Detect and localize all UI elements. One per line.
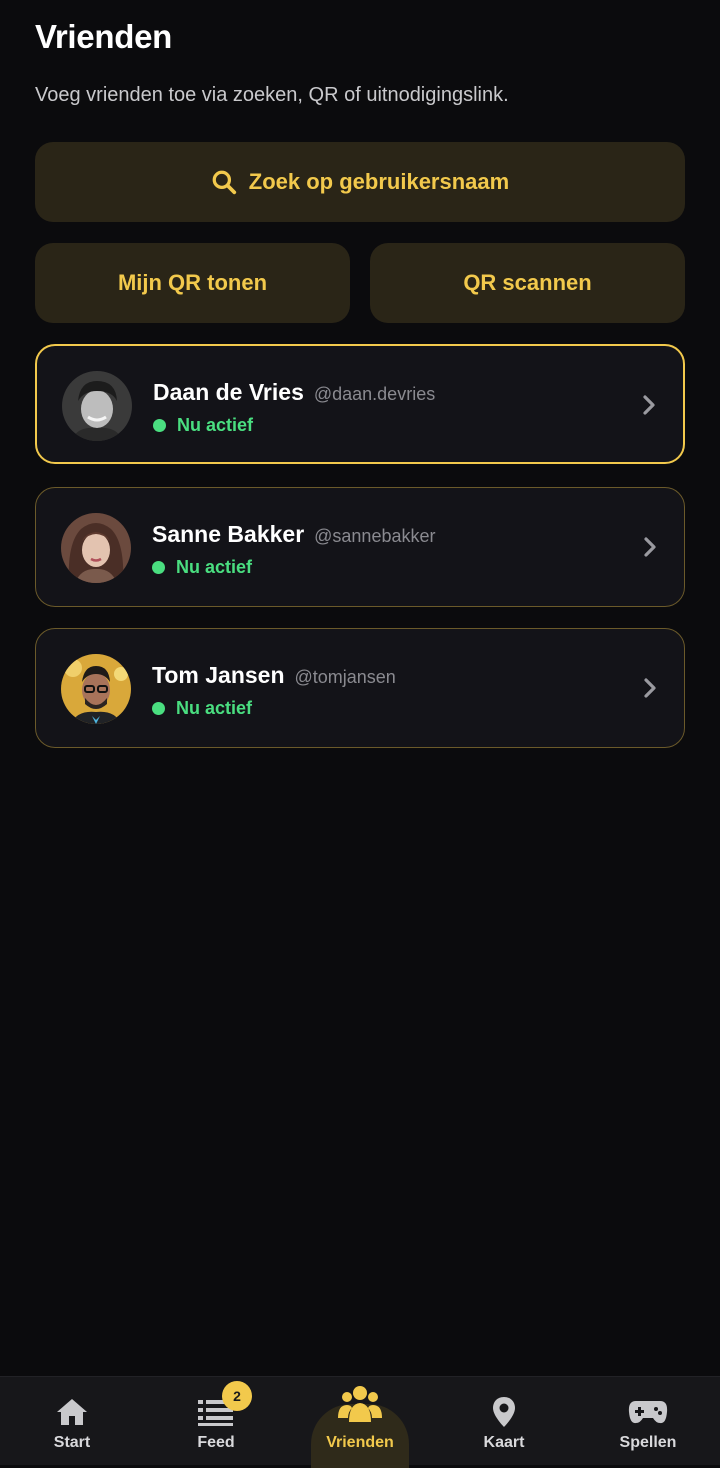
nav-label: Feed	[197, 1434, 235, 1451]
avatar	[61, 654, 131, 724]
chevron-right-icon	[644, 537, 656, 557]
scan-qr-button[interactable]: QR scannen	[370, 243, 685, 323]
gamepad-icon	[628, 1401, 668, 1424]
status-text: Nu actief	[177, 415, 254, 435]
nav-label-vrienden: Vrienden	[326, 1434, 394, 1451]
search-username-button[interactable]: Zoek op gebruikersnaam	[35, 142, 685, 222]
search-username-label: Zoek op gebruikersnaam	[248, 169, 510, 194]
chevron-right-icon	[643, 395, 655, 415]
status-indicator: Nu actief	[153, 415, 253, 436]
online-dot-icon	[152, 561, 165, 574]
friend-handle: @sannebakker	[314, 526, 436, 546]
status-indicator: Nu actief	[152, 557, 252, 578]
show-qr-button[interactable]: Mijn QR tonen	[35, 243, 350, 323]
show-qr-label: Mijn QR tonen	[117, 270, 268, 295]
nav-label: Kaart	[483, 1434, 525, 1451]
home-icon	[57, 1399, 87, 1425]
online-dot-icon	[152, 702, 165, 715]
friend-name: Daan de Vries @daan.devries	[153, 379, 436, 405]
avatar	[61, 513, 131, 583]
friend-handle: @tomjansen	[294, 667, 396, 687]
friend-handle: @daan.devries	[313, 384, 436, 404]
nav-item-spellen[interactable]: Spellen	[576, 1377, 720, 1465]
friend-card[interactable]: Daan de Vries @daan.devries Nu actief	[35, 344, 685, 464]
friend-card[interactable]: Sanne Bakker @sannebakker Nu actief	[35, 487, 685, 607]
friend-name: Sanne Bakker @sannebakker	[152, 521, 436, 547]
map-pin-icon	[493, 1397, 515, 1427]
nav-item-start[interactable]: Start	[0, 1377, 144, 1465]
friend-card[interactable]: Tom Jansen @tomjansen Nu actief	[35, 628, 685, 748]
chevron-right-icon	[644, 678, 656, 698]
nav-label: Spellen	[619, 1434, 677, 1451]
nav-label: Start	[53, 1434, 91, 1451]
notification-badge: 2	[222, 1381, 252, 1411]
search-icon	[212, 170, 236, 195]
nav-item-feed[interactable]: 2 Feed	[144, 1377, 288, 1465]
page-subtitle: Voeg vrienden toe via zoeken, QR of uitn…	[35, 84, 509, 106]
online-dot-icon	[153, 419, 166, 432]
status-indicator: Nu actief	[152, 698, 252, 719]
nav-item-kaart[interactable]: Kaart	[432, 1377, 576, 1465]
avatar	[62, 371, 132, 441]
status-text: Nu actief	[176, 698, 253, 718]
users-icon	[338, 1386, 382, 1422]
scan-qr-label: QR scannen	[463, 270, 592, 295]
page-title: Vrienden	[35, 18, 172, 55]
friend-name: Tom Jansen @tomjansen	[152, 662, 396, 688]
status-text: Nu actief	[176, 557, 253, 577]
